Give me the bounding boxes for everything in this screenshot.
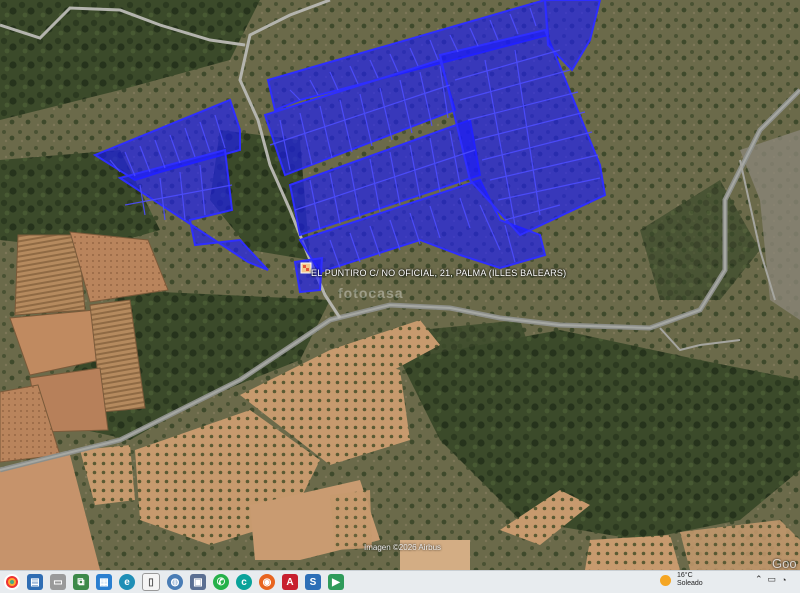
maps-icon[interactable]: ◍ bbox=[167, 574, 183, 590]
whatsapp-icon[interactable]: ✆ bbox=[213, 574, 229, 590]
app-green-icon[interactable]: ▶ bbox=[328, 574, 344, 590]
document-icon[interactable]: ▯ bbox=[142, 573, 160, 591]
network-icon[interactable]: ◔ bbox=[781, 575, 786, 585]
task-view-icon[interactable]: ⧉ bbox=[73, 574, 89, 590]
location-label: EL PUNTIRO C/ NO OFICIAL, 21, PALMA (ILL… bbox=[311, 268, 567, 278]
watermark: fotocasa bbox=[338, 285, 404, 301]
desktop-icon[interactable]: ▭ bbox=[50, 574, 66, 590]
chevron-up-icon[interactable]: ⌃ bbox=[755, 574, 763, 585]
app-s-icon[interactable]: S bbox=[305, 574, 321, 590]
photos-icon[interactable]: ▦ bbox=[96, 574, 112, 590]
sun-icon bbox=[660, 574, 671, 586]
weather-widget[interactable]: 16°C Soleado bbox=[660, 572, 703, 588]
satellite-map[interactable]: EL PUNTIRO C/ NO OFICIAL, 21, PALMA (ILL… bbox=[0, 0, 800, 570]
acrobat-icon[interactable]: A bbox=[282, 574, 298, 590]
explorer-icon[interactable]: ▤ bbox=[27, 574, 43, 590]
weather-desc: Soleado bbox=[677, 580, 703, 587]
save-icon[interactable]: ▣ bbox=[190, 574, 206, 590]
location-pin bbox=[300, 262, 312, 274]
system-tray[interactable]: ⌃ ▭ ◔ bbox=[755, 574, 787, 585]
weather-temp: 16°C bbox=[677, 572, 693, 579]
browser-icon[interactable]: c bbox=[236, 574, 252, 590]
firefox-icon[interactable]: ◉ bbox=[259, 574, 275, 590]
imagery-credit: Imagen ©2026 Airbus bbox=[364, 543, 442, 552]
edge-icon[interactable]: e bbox=[119, 574, 135, 590]
start-icon[interactable] bbox=[4, 574, 20, 590]
google-logo: Goo bbox=[772, 556, 797, 570]
display-icon[interactable]: ▭ bbox=[768, 574, 777, 585]
